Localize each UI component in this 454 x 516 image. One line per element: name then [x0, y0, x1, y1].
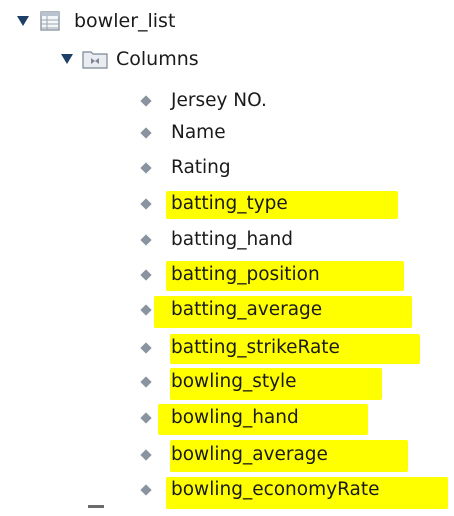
- column-diamond-icon: [140, 376, 152, 388]
- columns-folder-icon: [82, 49, 108, 69]
- column-name: bowling_hand: [171, 407, 299, 428]
- column-item[interactable]: batting_position: [136, 260, 404, 291]
- column-item[interactable]: batting_strikeRate: [136, 333, 420, 364]
- column-item[interactable]: batting_type: [136, 189, 398, 219]
- column-diamond-icon: [140, 127, 152, 139]
- column-name: batting_position: [171, 264, 320, 285]
- column-name: bowling_style: [171, 371, 297, 392]
- tree-node-columns[interactable]: Columns: [60, 44, 199, 74]
- column-name: Name: [171, 122, 226, 143]
- columns-folder-label: Columns: [116, 48, 199, 70]
- column-diamond-icon: [140, 449, 152, 461]
- column-name: Jersey NO.: [171, 90, 267, 111]
- tree-node-bowler-list[interactable]: bowler_list: [16, 6, 175, 36]
- column-item[interactable]: batting_hand: [136, 225, 293, 255]
- column-item[interactable]: bowling_average: [136, 440, 408, 472]
- column-diamond-icon: [140, 162, 152, 174]
- column-item[interactable]: bowling_style: [136, 367, 382, 400]
- column-diamond-icon: [140, 484, 152, 496]
- column-item[interactable]: batting_average: [136, 295, 412, 328]
- column-item[interactable]: bowling_economyRate: [136, 475, 448, 509]
- table-name-label: bowler_list: [74, 10, 176, 32]
- column-diamond-icon: [140, 234, 152, 246]
- column-item[interactable]: Jersey NO.: [136, 86, 267, 116]
- column-name: bowling_average: [171, 444, 328, 465]
- expand-toggle-icon[interactable]: [16, 14, 30, 28]
- column-diamond-icon: [140, 342, 152, 354]
- column-name: bowling_economyRate: [171, 479, 380, 500]
- column-name: batting_type: [171, 193, 288, 214]
- column-item[interactable]: Name: [136, 118, 226, 148]
- schema-tree: bowler_list Columns Jersey NO. Name Rati…: [0, 0, 454, 516]
- column-item[interactable]: bowling_hand: [136, 403, 368, 435]
- expand-toggle-icon[interactable]: [60, 52, 74, 66]
- column-diamond-icon: [140, 269, 152, 281]
- column-name: batting_average: [171, 299, 323, 320]
- column-name: Rating: [171, 157, 231, 178]
- column-item[interactable]: Rating: [136, 153, 231, 183]
- column-name: batting_hand: [171, 229, 293, 250]
- column-diamond-icon: [140, 198, 152, 210]
- table-icon: [40, 11, 60, 31]
- column-diamond-icon: [140, 412, 152, 424]
- collapse-dash-icon: [88, 505, 104, 508]
- column-diamond-icon: [140, 304, 152, 316]
- column-diamond-icon: [140, 95, 152, 107]
- column-name: batting_strikeRate: [171, 337, 340, 358]
